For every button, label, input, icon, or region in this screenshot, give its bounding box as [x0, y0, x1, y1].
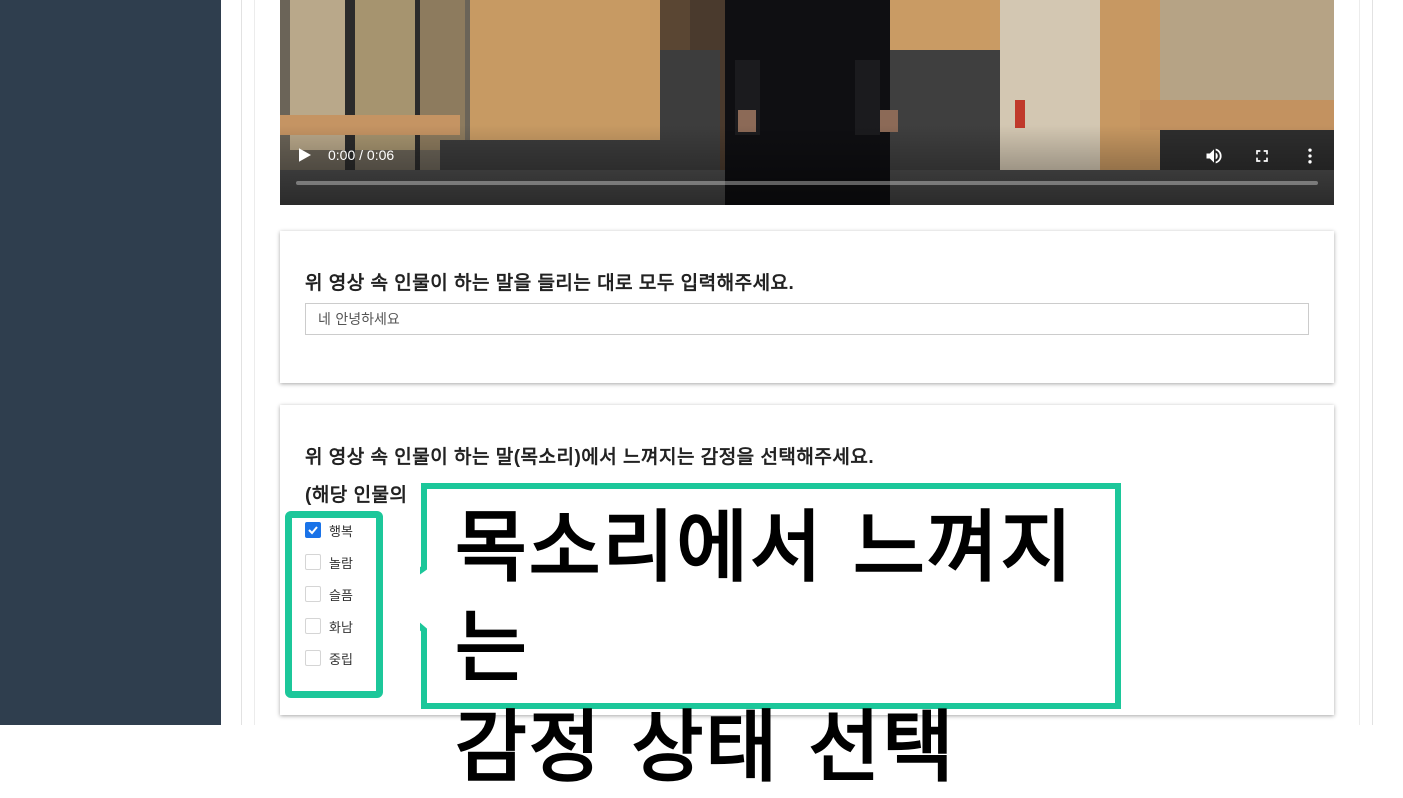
annotation-text: 목소리에서 느껴지는 감정 상태 선택 [455, 498, 1115, 798]
video-player[interactable]: 0:00 / 0:06 [280, 0, 1334, 205]
video-controls [280, 125, 1334, 205]
question-title: 위 영상 속 인물이 하는 말(목소리)에서 느껴지는 감정을 선택해주세요. [305, 447, 875, 468]
video-time: 0:00 / 0:06 [328, 147, 395, 163]
transcription-input[interactable] [305, 303, 1309, 335]
question-subtitle: (해당 인물의 [305, 485, 408, 506]
question-card-transcription: 위 영상 속 인물이 하는 말을 들리는 대로 모두 입력해주세요. [280, 231, 1334, 383]
sidebar [0, 0, 221, 725]
annotation-line-2: 감정 상태 선택 [455, 703, 956, 793]
video-progress-bar[interactable] [296, 181, 1318, 185]
more-options-icon[interactable] [1300, 146, 1320, 166]
options-highlight-box [285, 511, 383, 698]
fullscreen-icon[interactable] [1252, 146, 1272, 166]
question-title: 위 영상 속 인물이 하는 말을 들리는 대로 모두 입력해주세요. [305, 273, 795, 294]
annotation-line-1: 목소리에서 느껴지는 [455, 503, 1075, 693]
volume-icon[interactable] [1204, 146, 1224, 166]
play-icon[interactable] [299, 148, 311, 162]
